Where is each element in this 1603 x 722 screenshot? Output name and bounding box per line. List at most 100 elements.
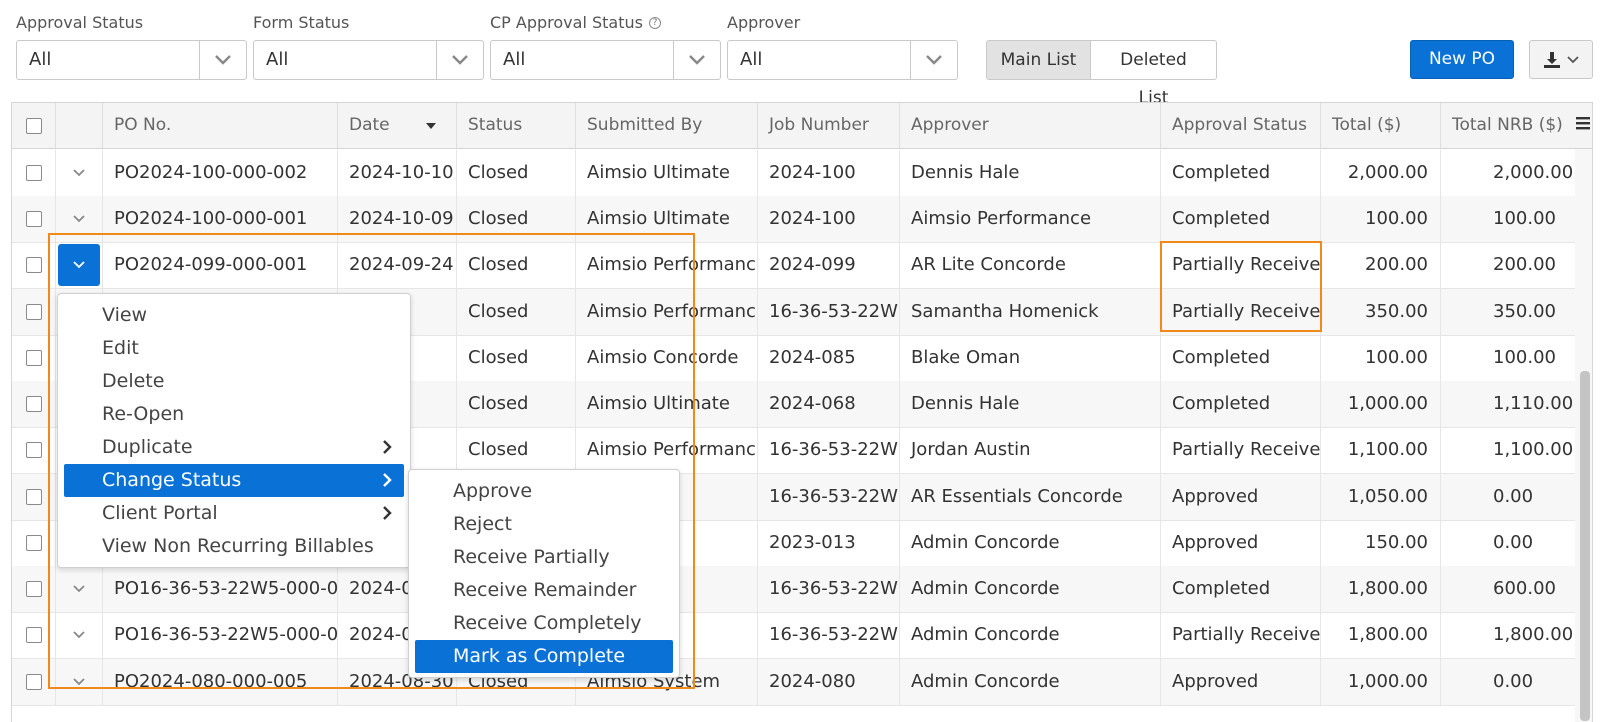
submenu-item-approve[interactable]: Approve — [415, 475, 673, 508]
submenu-item-mark-complete[interactable]: Mark as Complete — [415, 640, 673, 673]
cp-approval-status-select[interactable]: All — [490, 40, 721, 80]
table-row[interactable]: PO16-36-53-22W5-000-0022024-09rformance1… — [12, 566, 1592, 613]
row-actions-button[interactable] — [58, 614, 100, 656]
expand-header — [56, 103, 103, 148]
cell-total-nrb: 600.00 — [1493, 578, 1556, 599]
col-approver[interactable]: Approver — [900, 103, 1161, 148]
row-actions-button[interactable] — [58, 198, 100, 240]
new-po-button[interactable]: New PO — [1410, 40, 1514, 79]
row-checkbox[interactable] — [26, 535, 42, 551]
cell-job-number: 2024-100 — [758, 150, 900, 196]
cell-total: 1,000.00 — [1321, 659, 1441, 705]
menu-item-client-portal[interactable]: Client Portal — [64, 497, 404, 530]
row-actions-button[interactable] — [58, 244, 100, 286]
submenu-item-label: Receive Completely — [453, 612, 642, 634]
row-checkbox[interactable] — [26, 304, 42, 320]
cell-submitted-by: Aimsio Ultimate — [576, 150, 758, 196]
chevron-right-icon — [383, 440, 392, 454]
row-checkbox[interactable] — [26, 489, 42, 505]
cell-job-number: 2024-100 — [758, 196, 900, 242]
row-checkbox[interactable] — [26, 674, 42, 690]
col-submitted-by[interactable]: Submitted By — [576, 103, 758, 148]
chevron-down-icon[interactable] — [673, 41, 720, 79]
filter-label: Approval Status — [16, 13, 144, 32]
column-menu-icon[interactable] — [1575, 115, 1591, 131]
table-row[interactable]: PO2024-100-000-001 2024-10-09 Closed Aimsio… — [12, 196, 1592, 243]
cell-approval-status: Completed — [1161, 196, 1321, 242]
row-checkbox[interactable] — [26, 581, 42, 597]
menu-item-reopen[interactable]: Re-Open — [64, 398, 404, 431]
submenu-item-receive-completely[interactable]: Receive Completely — [415, 607, 673, 640]
row-checkbox[interactable] — [26, 350, 42, 366]
col-approval-status[interactable]: Approval Status — [1161, 103, 1321, 148]
scrollbar-thumb[interactable] — [1580, 371, 1590, 721]
cell-total-nrb: 200.00 — [1493, 254, 1556, 275]
export-button[interactable] — [1529, 40, 1593, 79]
cell-approver: Jordan Austin — [900, 427, 1161, 473]
cell-status: Closed — [457, 381, 576, 427]
main-list-button[interactable]: Main List — [986, 40, 1091, 80]
col-po-no[interactable]: PO No. — [103, 103, 338, 148]
row-checkbox[interactable] — [26, 442, 42, 458]
chevron-down-icon[interactable] — [199, 41, 246, 79]
menu-item-view[interactable]: View — [64, 299, 404, 332]
submenu-item-receive-remainder[interactable]: Receive Remainder — [415, 574, 673, 607]
submenu-item-receive-partially[interactable]: Receive Partially — [415, 541, 673, 574]
cell-job-number: 2024-080 — [758, 659, 900, 705]
table-row[interactable]: PO16-36-53-22W5-000-0012024-08rformance1… — [12, 612, 1592, 659]
row-checkbox[interactable] — [26, 165, 42, 181]
menu-item-duplicate[interactable]: Duplicate — [64, 431, 404, 464]
row-actions-button[interactable] — [58, 152, 100, 194]
menu-item-label: Re-Open — [102, 403, 185, 425]
help-icon[interactable]: ? — [648, 17, 661, 29]
chevron-down-icon — [73, 261, 85, 269]
cell-total: 1,800.00 — [1321, 566, 1441, 612]
row-checkbox[interactable] — [26, 396, 42, 412]
col-status[interactable]: Status — [457, 103, 576, 148]
table-row[interactable]: PO2024-100-000-002 2024-10-10 Closed Aimsio… — [12, 150, 1592, 197]
col-date[interactable]: Date — [338, 103, 457, 148]
submenu-item-reject[interactable]: Reject — [415, 508, 673, 541]
row-expand-cell — [56, 612, 103, 658]
cell-status: Closed — [457, 150, 576, 196]
deleted-list-button[interactable]: Deleted List — [1091, 40, 1217, 108]
chevron-right-icon — [383, 473, 392, 487]
approval-status-select[interactable]: All — [16, 40, 247, 80]
menu-item-label: Client Portal — [102, 502, 218, 524]
cell-total: 100.00 — [1321, 335, 1441, 381]
col-job-number[interactable]: Job Number — [758, 103, 900, 148]
form-status-select[interactable]: All — [253, 40, 484, 80]
menu-item-label: View — [102, 304, 148, 326]
chevron-down-icon[interactable] — [910, 41, 957, 79]
row-select-cell — [12, 474, 56, 520]
select-all-checkbox[interactable] — [26, 118, 42, 134]
approver-select[interactable]: All — [727, 40, 958, 80]
menu-item-change-status[interactable]: Change Status — [64, 464, 404, 497]
table-row[interactable]: PO2024-099-000-001 2024-09-24 Closed Aimsio… — [12, 242, 1592, 289]
row-checkbox[interactable] — [26, 211, 42, 227]
cell-approval-status: Completed — [1161, 566, 1321, 612]
row-select-cell — [12, 150, 56, 196]
select-value: All — [266, 49, 289, 70]
cell-date: 2024-09-24 — [338, 242, 457, 288]
row-select-cell — [12, 242, 56, 288]
cell-po-no: PO2024-100-000-001 — [103, 196, 338, 242]
menu-item-edit[interactable]: Edit — [64, 332, 404, 365]
row-actions-button[interactable] — [58, 661, 100, 703]
row-checkbox[interactable] — [26, 257, 42, 273]
change-status-submenu: Approve Reject Receive Partially Receive… — [408, 469, 680, 678]
vertical-scrollbar[interactable] — [1575, 149, 1592, 722]
menu-item-view-nrb[interactable]: View Non Recurring Billables — [64, 530, 404, 563]
row-actions-button[interactable] — [58, 568, 100, 610]
submenu-item-label: Reject — [453, 513, 512, 535]
row-select-cell — [12, 659, 56, 705]
row-checkbox[interactable] — [26, 627, 42, 643]
cell-approver: Admin Concorde — [900, 659, 1161, 705]
menu-item-delete[interactable]: Delete — [64, 365, 404, 398]
col-total[interactable]: Total ($) — [1321, 103, 1441, 148]
table-row[interactable]: PO2024-080-000-005 2024-08-30 Closed Aimsio… — [12, 659, 1592, 706]
cell-submitted-by: Aimsio Concorde — [576, 335, 758, 381]
col-total-nrb[interactable]: Total NRB ($) — [1441, 103, 1575, 148]
cell-job-number: 2024-068 — [758, 381, 900, 427]
chevron-down-icon[interactable] — [436, 41, 483, 79]
